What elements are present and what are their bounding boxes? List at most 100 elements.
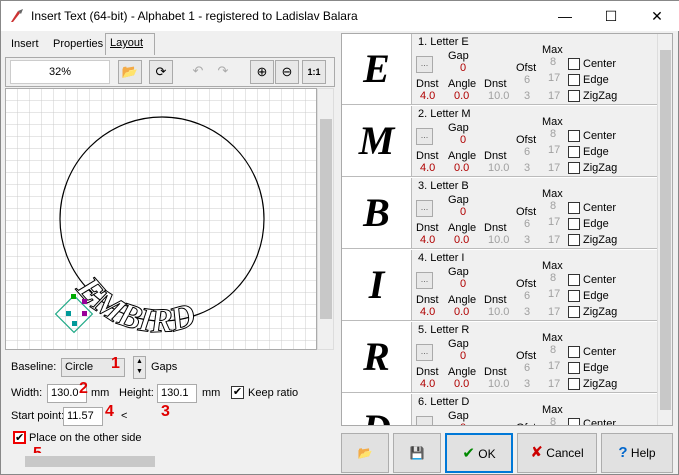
dnst-value[interactable]: 4.0	[420, 234, 435, 246]
dnst-value[interactable]: 4.0	[420, 378, 435, 390]
letter-options-button[interactable]: ...	[416, 416, 433, 425]
check-icon: ✔	[462, 445, 475, 462]
zoom-out-icon[interactable]: ⊖	[275, 60, 299, 84]
open-icon[interactable]: 📂	[118, 60, 142, 84]
gaps-spinner[interactable]: ▲ ▼	[133, 356, 146, 379]
height-field[interactable]: 130.1	[157, 384, 197, 403]
letter-options-button[interactable]: ...	[416, 128, 433, 145]
dnst-value[interactable]: 4.0	[420, 90, 435, 102]
ok-button[interactable]: ✔ OK	[445, 433, 513, 473]
max-label: Max	[542, 404, 563, 416]
letter-glyph: E	[342, 34, 412, 104]
center-label: Center	[583, 202, 617, 214]
center-checkbox[interactable]	[568, 58, 580, 70]
dnst-value[interactable]: 4.0	[420, 162, 435, 174]
ofst-label: Ofst	[516, 278, 537, 290]
letter-row: B 3. Letter B Gap 0 ... Max 8 Ofst 6 17 …	[342, 178, 657, 249]
angle-label: Angle	[448, 294, 477, 306]
zoom-in-icon[interactable]: ⊕	[250, 60, 274, 84]
start-point-field[interactable]: 11.57	[63, 407, 103, 426]
gap-value[interactable]: 0	[460, 206, 466, 218]
angle-value[interactable]: 0.0	[454, 234, 469, 246]
dnst-value[interactable]: 4.0	[420, 306, 435, 318]
tab-layout[interactable]: Layout	[105, 33, 155, 55]
edge-checkbox[interactable]	[568, 146, 580, 158]
gap-value[interactable]: 0	[460, 134, 466, 146]
tab-insert[interactable]: Insert	[7, 35, 43, 55]
edge-checkbox[interactable]	[568, 290, 580, 302]
letter-options-button[interactable]: ...	[416, 200, 433, 217]
actual-size-icon[interactable]: 1:1	[302, 60, 326, 84]
letter-header: 6. Letter D	[418, 396, 470, 408]
letter-glyph: D	[342, 394, 412, 425]
letter-row: E 1. Letter E Gap 0 ... Max 8 Ofst 6 17 …	[342, 34, 657, 105]
angle-value[interactable]: 0.0	[454, 306, 469, 318]
horizontal-scrollbar[interactable]	[5, 453, 331, 470]
minimize-button[interactable]: —	[542, 1, 588, 31]
ofst-value-2: 3	[524, 378, 531, 390]
cancel-button[interactable]: ✘ Cancel	[517, 433, 597, 473]
letter-options-button[interactable]: ...	[416, 56, 433, 73]
dnst2-value: 10.0	[488, 234, 510, 246]
letter-options-button[interactable]: ...	[416, 272, 433, 289]
open-file-button[interactable]: 📂	[341, 433, 389, 473]
edge-label: Edge	[583, 362, 609, 374]
gap-label: Gap	[448, 266, 469, 278]
zigzag-checkbox[interactable]	[568, 90, 580, 102]
angle-value[interactable]: 0.0	[454, 378, 469, 390]
dnst2-label: Dnst	[484, 366, 507, 378]
edge-checkbox[interactable]	[568, 74, 580, 86]
letter-row: D 6. Letter D Gap 0 ... Max 8 Ofst 6 17 …	[342, 394, 657, 425]
max-value: 8	[550, 56, 557, 68]
center-label: Center	[583, 346, 617, 358]
max-value-3: 17	[548, 306, 561, 318]
other-side-checkbox[interactable]: ✔	[13, 431, 26, 444]
edge-label: Edge	[583, 74, 609, 86]
gap-label: Gap	[448, 50, 469, 62]
width-unit: mm	[91, 387, 110, 399]
ofst-value: 6	[524, 218, 531, 230]
close-button[interactable]: ✕	[634, 1, 679, 31]
maximize-button[interactable]: ☐	[588, 1, 634, 31]
start-point-slider-arrow[interactable]: <	[121, 410, 127, 422]
zigzag-checkbox[interactable]	[568, 306, 580, 318]
zoom-field[interactable]: 32%	[10, 60, 110, 84]
angle-value[interactable]: 0.0	[454, 162, 469, 174]
center-checkbox[interactable]	[568, 418, 580, 425]
redo-icon[interactable]: ↷	[211, 60, 235, 84]
help-button[interactable]: ? Help	[601, 433, 673, 473]
zigzag-label: ZigZag	[583, 162, 618, 174]
zigzag-checkbox[interactable]	[568, 378, 580, 390]
max-value: 8	[550, 344, 557, 356]
center-checkbox[interactable]	[568, 202, 580, 214]
gap-value[interactable]: 0	[460, 422, 466, 425]
ofst-label: Ofst	[516, 422, 536, 425]
dnst-label: Dnst	[416, 294, 439, 306]
letter-list-scrollbar[interactable]	[657, 34, 672, 425]
gap-value[interactable]: 0	[460, 350, 466, 362]
center-checkbox[interactable]	[568, 130, 580, 142]
letter-glyph: R	[342, 322, 412, 392]
letter-header: 3. Letter B	[418, 180, 469, 192]
center-checkbox[interactable]	[568, 274, 580, 286]
edge-checkbox[interactable]	[568, 218, 580, 230]
angle-value[interactable]: 0.0	[454, 90, 469, 102]
gap-value[interactable]: 0	[460, 278, 466, 290]
preview-canvas[interactable]: EMBIRD	[5, 88, 317, 350]
keep-ratio-checkbox[interactable]: ✔	[231, 386, 244, 399]
undo-icon[interactable]: ↶	[186, 60, 210, 84]
title-bar: Insert Text (64-bit) - Alphabet 1 - regi…	[1, 1, 679, 31]
center-checkbox[interactable]	[568, 346, 580, 358]
zigzag-checkbox[interactable]	[568, 162, 580, 174]
tab-properties[interactable]: Properties	[49, 35, 107, 55]
letter-options-button[interactable]: ...	[416, 344, 433, 361]
start-point-label: Start point:	[11, 410, 65, 422]
save-button[interactable]: 💾	[393, 433, 441, 473]
refresh-icon[interactable]: ⟳	[149, 60, 173, 84]
ofst-value: 6	[524, 146, 531, 158]
canvas-vertical-scrollbar[interactable]	[317, 88, 334, 350]
gap-value[interactable]: 0	[460, 62, 466, 74]
edge-checkbox[interactable]	[568, 362, 580, 374]
zigzag-checkbox[interactable]	[568, 234, 580, 246]
tab-bar: Insert Properties Layout	[5, 33, 335, 55]
